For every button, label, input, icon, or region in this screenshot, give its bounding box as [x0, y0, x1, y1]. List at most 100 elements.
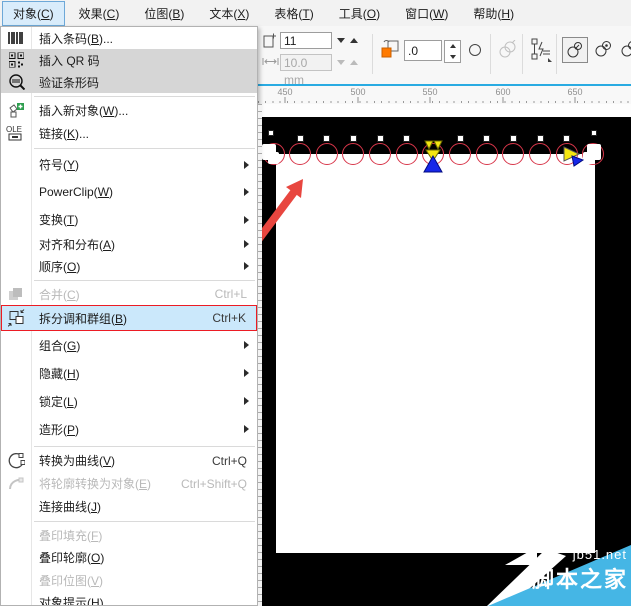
barcode-icon	[8, 31, 24, 45]
blend-circle[interactable]	[316, 143, 338, 165]
menu-item-validate-barcode[interactable]: 验证条形码	[1, 71, 257, 93]
blend-steps-dropdown-icon[interactable]	[337, 38, 345, 43]
menu-bar: 对象(C) 效果(C) 位图(B) 文本(X) 表格(T) 工具(O) 窗口(W…	[0, 0, 631, 26]
menubar-item-text[interactable]: 文本(X)	[198, 1, 260, 26]
menu-item-outline-to-object: 将轮廓转换为对象(E) Ctrl+Shift+Q	[1, 472, 257, 495]
menu-item-object-hinting[interactable]: 对象提示(H)	[1, 591, 257, 606]
outline-to-object-icon-disabled	[8, 476, 25, 492]
blend-steps-icon	[263, 33, 278, 48]
submenu-arrow-icon	[244, 425, 249, 433]
blend-circle[interactable]	[529, 143, 551, 165]
straight-blend-button[interactable]	[562, 37, 588, 63]
selection-handle[interactable]	[457, 135, 464, 142]
counterclockwise-blend-icon[interactable]	[620, 40, 631, 58]
blend-circle[interactable]	[449, 143, 471, 165]
blend-steps-input[interactable]: 11	[280, 32, 332, 49]
menu-item-group[interactable]: 组合(G)	[1, 331, 257, 359]
menubar-item-bitmaps[interactable]: 位图(B)	[133, 1, 195, 26]
submenu-arrow-icon	[244, 341, 249, 349]
menu-item-links[interactable]: OLE 链接(K)...	[1, 121, 257, 145]
submenu-arrow-icon	[244, 216, 249, 224]
selection-handle[interactable]	[268, 130, 274, 136]
blend-circle[interactable]	[369, 143, 391, 165]
spin-down-icon[interactable]	[450, 55, 456, 59]
blend-circle[interactable]	[476, 143, 498, 165]
blend-angle-spinner[interactable]	[444, 40, 461, 63]
selection-handle[interactable]	[510, 135, 517, 142]
blend-circle[interactable]	[556, 143, 578, 165]
selection-handle[interactable]	[297, 135, 304, 142]
menu-item-insert-qr[interactable]: 插入 QR 码	[1, 49, 257, 71]
menu-item-align-distribute[interactable]: 对齐和分布(A)	[1, 233, 257, 255]
blend-circle[interactable]	[396, 143, 418, 165]
toolbar-separator	[556, 34, 557, 74]
submenu-arrow-icon	[244, 188, 249, 196]
menu-separator	[34, 521, 255, 522]
blend-rotate-icon	[380, 39, 400, 59]
ole-link-icon: OLE	[6, 124, 26, 142]
submenu-arrow-icon	[244, 262, 249, 270]
selection-handle[interactable]	[350, 135, 357, 142]
menubar-item-help[interactable]: 帮助(H)	[462, 1, 525, 26]
spin-up-icon[interactable]	[450, 44, 456, 48]
menu-item-combine: 合并(C) Ctrl+L	[1, 283, 257, 305]
menubar-item-tools[interactable]: 工具(O)	[328, 1, 391, 26]
menubar-item-table[interactable]: 表格(T)	[263, 1, 324, 26]
blend-circle[interactable]	[289, 143, 311, 165]
validate-barcode-icon	[8, 74, 25, 90]
menu-item-symbol[interactable]: 符号(Y)	[1, 151, 257, 178]
horizontal-ruler: 450 500 550 600 650	[258, 86, 631, 105]
menubar-item-effects[interactable]: 效果(C)	[68, 1, 131, 26]
toolbar-separator	[490, 34, 491, 74]
menu-separator	[34, 96, 255, 97]
menu-item-hide[interactable]: 隐藏(H)	[1, 359, 257, 387]
ruler-label: 650	[567, 87, 582, 97]
submenu-arrow-icon	[244, 397, 249, 405]
menu-item-order[interactable]: 顺序(O)	[1, 255, 257, 277]
toolbar-separator	[372, 34, 373, 74]
blend-steps-spin-icon[interactable]	[350, 38, 358, 43]
new-object-icon	[8, 102, 24, 118]
path-properties-icon-disabled	[498, 40, 518, 60]
object-acceleration-icon[interactable]	[530, 38, 552, 62]
menu-item-insert-new-object[interactable]: 插入新对象(W)...	[1, 99, 257, 121]
selection-handle[interactable]	[591, 130, 597, 136]
menubar-item-window[interactable]: 窗口(W)	[394, 1, 459, 26]
selection-handle[interactable]	[403, 135, 410, 142]
svg-text:OLE: OLE	[6, 125, 22, 134]
selection-handle[interactable]	[323, 135, 330, 142]
menu-item-shaping[interactable]: 造形(P)	[1, 415, 257, 443]
submenu-arrow-icon	[244, 369, 249, 377]
app-window: 对象(C) 效果(C) 位图(B) 文本(X) 表格(T) 工具(O) 窗口(W…	[0, 0, 631, 606]
selection-handle[interactable]	[483, 135, 490, 142]
menu-item-insert-barcode[interactable]: 插入条码(B)...	[1, 27, 257, 49]
menu-item-join-curves[interactable]: 连接曲线(J)	[1, 495, 257, 518]
menubar-item-object[interactable]: 对象(C)	[2, 1, 65, 26]
menu-item-powerclip[interactable]: PowerClip(W)	[1, 178, 257, 206]
drawing-canvas[interactable]: jb51.net 脚本之家	[258, 104, 631, 606]
selection-handle[interactable]	[377, 135, 384, 142]
loop-blend-icon[interactable]	[468, 43, 482, 57]
menu-separator	[34, 446, 255, 447]
blend-angle-input[interactable]: .0	[404, 40, 442, 61]
menu-item-break-blend-group[interactable]: 拆分调和群组(B) Ctrl+K	[1, 305, 257, 331]
ruler-label: 500	[350, 87, 365, 97]
blend-end-node-inner[interactable]	[583, 152, 594, 164]
document-page[interactable]	[276, 154, 595, 553]
ruler-label: 550	[422, 87, 437, 97]
blend-start-node-inner[interactable]	[268, 152, 279, 164]
menu-item-lock[interactable]: 锁定(L)	[1, 387, 257, 415]
menu-item-transform[interactable]: 变换(T)	[1, 206, 257, 233]
menu-item-overprint-outline[interactable]: 叠印轮廓(O)	[1, 546, 257, 569]
menu-item-convert-to-curves[interactable]: 转换为曲线(V) Ctrl+Q	[1, 449, 257, 472]
menu-item-overprint-bitmap: 叠印位图(V)	[1, 569, 257, 591]
selection-handle[interactable]	[563, 135, 570, 142]
blend-spacing-spin-icon	[350, 60, 358, 65]
clockwise-blend-icon[interactable]	[594, 40, 612, 58]
selection-handle[interactable]	[537, 135, 544, 142]
blend-spacing-input: 10.0 mm	[280, 54, 332, 71]
straight-blend-icon	[566, 41, 584, 59]
toolbar-separator	[522, 34, 523, 74]
convert-curves-icon	[8, 452, 25, 469]
submenu-arrow-icon	[244, 240, 249, 248]
